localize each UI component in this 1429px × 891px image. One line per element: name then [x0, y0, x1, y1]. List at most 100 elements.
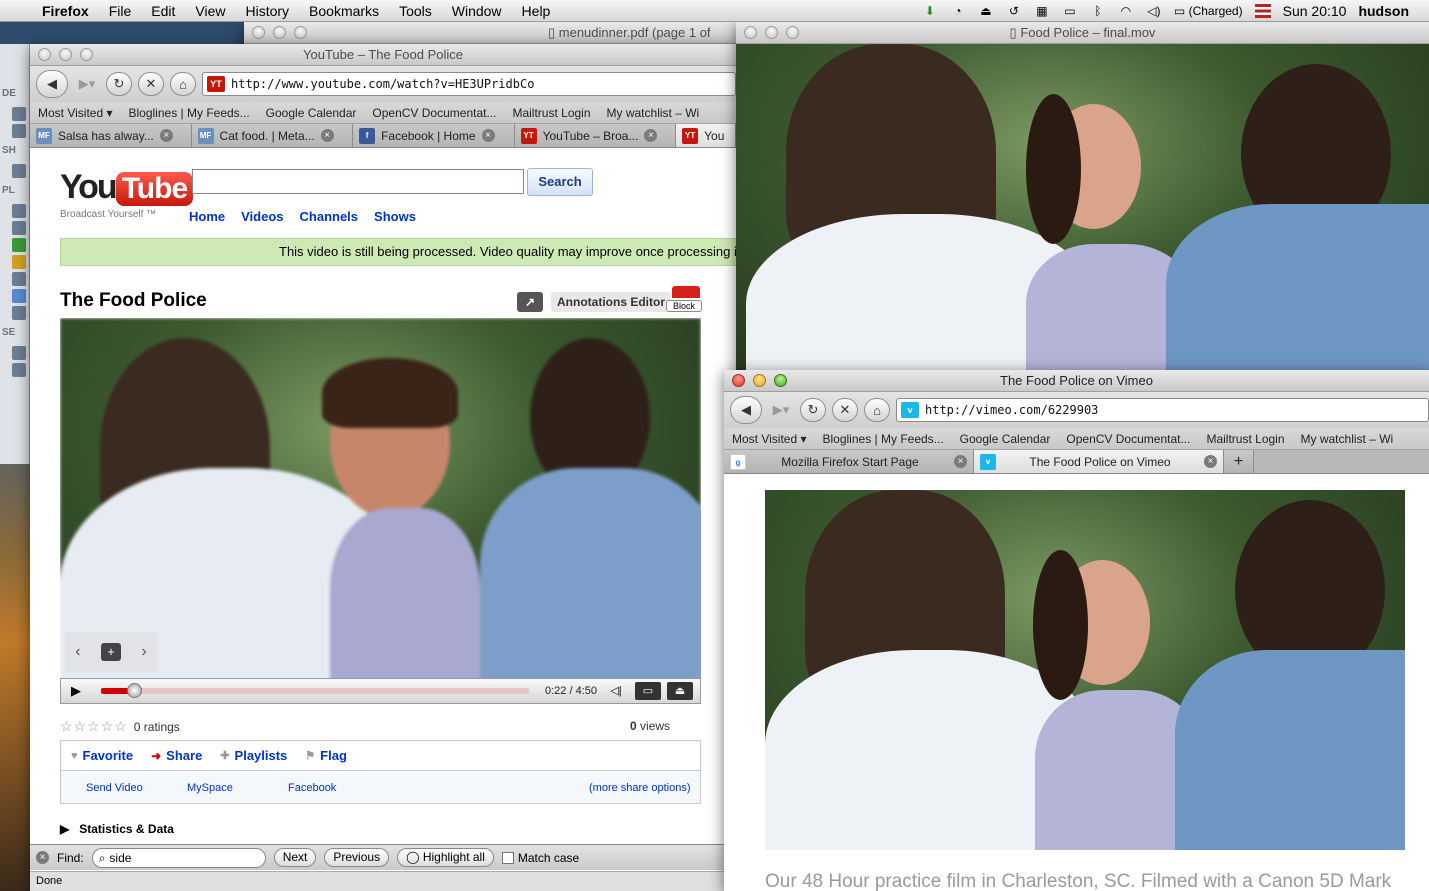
reload-button[interactable]: ↻	[106, 72, 132, 96]
clock-status-icon[interactable]: ◔	[950, 4, 966, 18]
close-tab-icon[interactable]: ×	[481, 129, 495, 142]
seek-handle[interactable]	[126, 683, 142, 698]
close-button[interactable]	[732, 374, 745, 387]
applications-icon[interactable]	[12, 255, 26, 269]
menu-view[interactable]: View	[185, 3, 235, 19]
bookmark-mailtrust[interactable]: Mailtrust Login	[504, 106, 598, 120]
vimeo-video-player[interactable]	[765, 490, 1405, 850]
volume-icon[interactable]: ◁)	[1146, 4, 1162, 18]
youtube-logo[interactable]: You Tube Broadcast Yourself ™	[60, 168, 194, 220]
tab-salsa[interactable]: MF Salsa has alway... ×	[30, 124, 192, 147]
desktop-icon[interactable]	[12, 204, 26, 218]
disk-icon[interactable]	[12, 107, 26, 121]
more-share-options-link[interactable]: (more share options)	[589, 782, 691, 794]
stop-button[interactable]: ✕	[832, 398, 858, 422]
bookmark-watchlist[interactable]: My watchlist – Wi	[599, 106, 708, 120]
rating-stars-icon[interactable]: ☆☆☆☆☆	[60, 718, 128, 735]
bookmark-google-calendar[interactable]: Google Calendar	[952, 432, 1059, 446]
back-button[interactable]: ◀	[730, 396, 762, 424]
play-icon[interactable]: ▶	[61, 683, 91, 699]
menu-edit[interactable]: Edit	[141, 3, 185, 19]
search-button[interactable]: Search	[527, 168, 593, 196]
flag-button[interactable]: ⚑ Flag	[305, 748, 347, 763]
menu-window[interactable]: Window	[442, 3, 512, 19]
minimize-button[interactable]	[753, 374, 766, 387]
tab-youtube-broadcast[interactable]: YT YouTube – Broa... ×	[514, 124, 677, 147]
menu-tools[interactable]: Tools	[389, 3, 442, 19]
zoom-button[interactable]	[786, 26, 799, 39]
nav-channels[interactable]: Channels	[300, 209, 359, 224]
back-button[interactable]: ◀	[36, 70, 68, 98]
playlists-button[interactable]: ✚ Playlists	[220, 748, 287, 763]
close-button[interactable]	[252, 26, 265, 39]
close-tab-icon[interactable]: ×	[954, 455, 967, 468]
close-tab-icon[interactable]: ×	[159, 129, 173, 142]
movies-icon[interactable]	[12, 306, 26, 320]
url-bar[interactable]: v http://vimeo.com/6229903	[896, 398, 1429, 422]
computer-icon[interactable]	[12, 164, 26, 178]
share-button[interactable]: ➜ Share	[151, 748, 202, 763]
search-input[interactable]	[192, 169, 524, 194]
flag-us-icon[interactable]	[1254, 3, 1271, 18]
find-next-button[interactable]: Next	[273, 848, 317, 867]
add-to-playlist-icon[interactable]: +	[100, 643, 121, 661]
tab-youtube-active[interactable]: YT You	[676, 124, 736, 147]
close-findbar-icon[interactable]: ×	[36, 851, 49, 864]
video-player[interactable]	[60, 318, 701, 678]
home-button[interactable]: ⌂	[864, 398, 890, 422]
tab-facebook[interactable]: f Facebook | Home ×	[353, 124, 515, 147]
find-previous-button[interactable]: Previous	[324, 848, 390, 867]
match-case-checkbox[interactable]: Match case	[501, 851, 579, 865]
bookmark-most-visited[interactable]: Most Visited ▾	[30, 106, 121, 120]
nav-home[interactable]: Home	[189, 209, 225, 224]
home-button[interactable]: ⌂	[170, 72, 196, 96]
send-video-link[interactable]: Send Video	[86, 782, 143, 794]
stop-button[interactable]: ✕	[138, 72, 164, 96]
display-icon[interactable]: ▭	[1062, 4, 1078, 18]
bookmark-google-calendar[interactable]: Google Calendar	[258, 106, 365, 120]
nav-shows[interactable]: Shows	[374, 209, 416, 224]
volume-icon[interactable]: ◁|	[603, 682, 629, 700]
close-tab-icon[interactable]: ×	[644, 129, 658, 142]
bookmark-mailtrust[interactable]: Mailtrust Login	[1198, 432, 1292, 446]
disk-icon[interactable]	[12, 124, 26, 138]
bookmark-opencv[interactable]: OpenCV Documentat...	[1058, 432, 1198, 446]
menubar-user[interactable]: hudson	[1358, 3, 1409, 19]
folder-icon[interactable]	[12, 289, 26, 303]
downloads-icon[interactable]	[12, 238, 26, 252]
bookmark-opencv[interactable]: OpenCV Documentat...	[364, 106, 504, 120]
documents-icon[interactable]	[12, 272, 26, 286]
fullscreen-icon[interactable]: ▭	[635, 682, 661, 700]
block-popup-button[interactable]: Block	[666, 286, 702, 316]
url-bar[interactable]: YT http://www.youtube.com/watch?v=HE3UPr…	[202, 72, 736, 96]
menu-help[interactable]: Help	[512, 3, 561, 19]
minimize-button[interactable]	[273, 26, 286, 39]
facebook-link[interactable]: Facebook	[288, 782, 336, 794]
download-status-icon[interactable]: ⬇	[922, 4, 938, 18]
minimize-button[interactable]	[59, 48, 72, 61]
menu-history[interactable]: History	[235, 3, 299, 19]
reload-button[interactable]: ↻	[800, 398, 826, 422]
close-tab-icon[interactable]: ×	[1204, 455, 1217, 468]
statistics-toggle[interactable]: ▶ Statistics & Data	[60, 822, 174, 836]
zoom-button[interactable]	[294, 26, 307, 39]
zoom-button[interactable]	[774, 374, 787, 387]
minimize-button[interactable]	[765, 26, 778, 39]
eject-icon[interactable]: ⏏	[978, 4, 994, 18]
bookmark-bloglines[interactable]: Bloglines | My Feeds...	[121, 106, 258, 120]
tab-vimeo[interactable]: v The Food Police on Vimeo ×	[974, 450, 1224, 473]
wifi-icon[interactable]: ◠	[1118, 4, 1134, 18]
next-icon[interactable]: ›	[141, 643, 146, 661]
tab-cat-food[interactable]: MF Cat food. | Meta... ×	[191, 124, 354, 147]
forward-button[interactable]: ▶▾	[74, 72, 100, 96]
battery-status[interactable]: ▭ (Charged)	[1174, 4, 1243, 18]
highlight-all-button[interactable]: ◯ Highlight all	[397, 848, 494, 867]
clock-icon[interactable]	[12, 346, 26, 360]
eject-menu-icon[interactable]: ⏏	[667, 682, 693, 700]
clock-icon[interactable]	[12, 363, 26, 377]
bookmark-watchlist[interactable]: My watchlist – Wi	[1293, 432, 1402, 446]
nav-videos[interactable]: Videos	[241, 209, 283, 224]
bookmark-bloglines[interactable]: Bloglines | My Feeds...	[815, 432, 952, 446]
tab-firefox-start[interactable]: g Mozilla Firefox Start Page ×	[724, 450, 974, 473]
close-tab-icon[interactable]: ×	[320, 129, 334, 142]
